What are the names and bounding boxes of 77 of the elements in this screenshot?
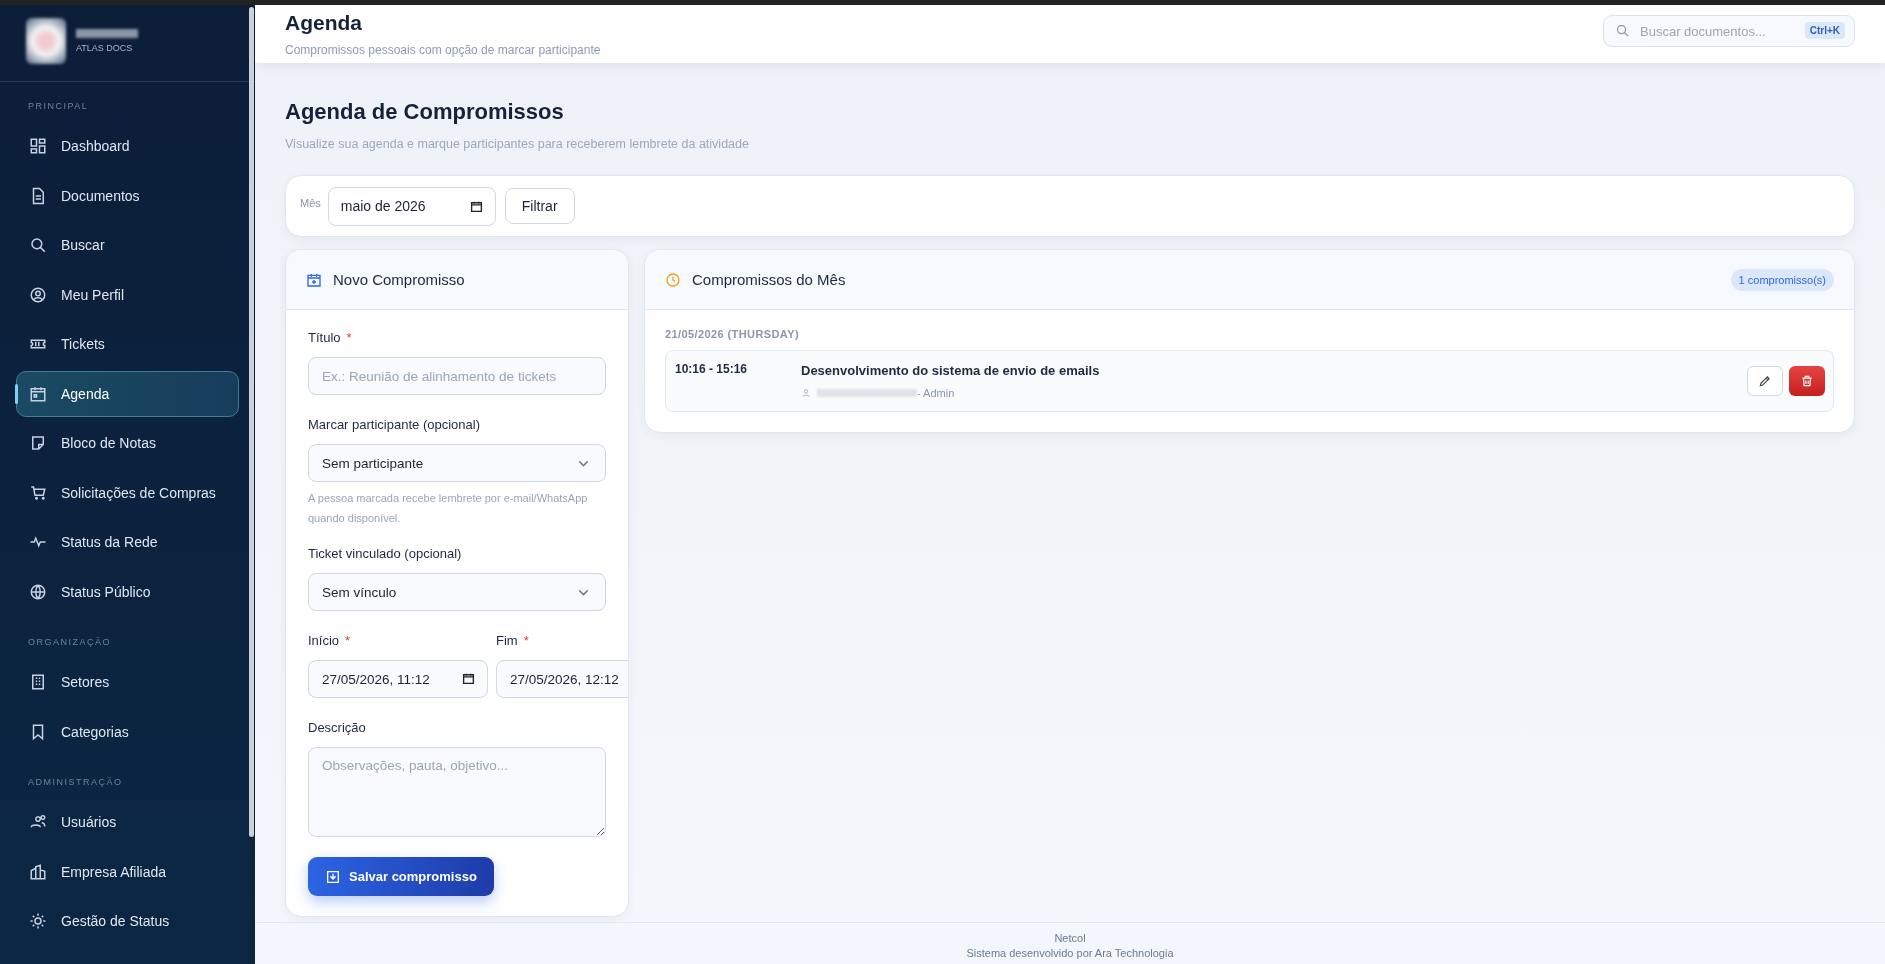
nav-item[interactable]: Tickets: [16, 321, 239, 367]
count-badge: 1 compromisso(s): [1730, 268, 1834, 291]
delete-button[interactable]: [1789, 366, 1825, 396]
footer-text: Sistema desenvolvido por Ara Technologia: [965, 946, 1175, 961]
nav-icon: [29, 285, 47, 304]
section-title: ADMINISTRAÇÃO: [27, 776, 124, 789]
nav-icon: [29, 137, 47, 155]
field-hint: A pessoa marcada recebe lembrete por e-mail/WhatsApp quando disponível.: [308, 491, 589, 526]
start-datetime-field[interactable]: 27/05/2026, 11:12: [308, 660, 488, 698]
nav-item[interactable]: Usuários: [16, 799, 239, 845]
end-datetime-field[interactable]: 27/05/2026, 12:12: [496, 660, 628, 698]
card-title: Novo Compromisso: [333, 271, 465, 288]
header-title: Agenda: [285, 11, 363, 35]
nav-icon: [29, 236, 47, 254]
nav-icon: [29, 384, 47, 403]
nav-item[interactable]: Buscar: [16, 222, 239, 268]
title-field[interactable]: Ex.: Reunião de alinhamento de tickets: [308, 357, 606, 395]
scrollbar[interactable]: [249, 7, 254, 837]
nav-item[interactable]: Status da Rede: [16, 519, 239, 565]
footer-text: Netcol: [1053, 931, 1087, 946]
brand-subtitle: ATLAS DOCS: [76, 43, 134, 53]
download-icon: [325, 868, 341, 885]
month-field[interactable]: maio de 2026: [327, 186, 496, 226]
required-mark: *: [345, 633, 351, 648]
calendar-icon: [462, 672, 475, 685]
blurred-name: [76, 29, 138, 38]
nav-icon: [29, 582, 47, 601]
nav-item[interactable]: Status Público: [16, 568, 239, 615]
logo-placeholder: [26, 18, 66, 64]
nav-icon: [29, 912, 47, 930]
nav-item[interactable]: Solicitações de Compras: [16, 469, 239, 516]
appointment-time: 10:16 - 15:16: [675, 361, 749, 376]
required-mark: *: [523, 633, 529, 648]
required-mark: *: [346, 330, 352, 345]
participant-role: - Admin: [917, 387, 955, 399]
page-subtitle: Visualize sua agenda e marque participantes para receberem lembrete da atividade: [285, 137, 750, 151]
field-label: Título: [308, 330, 341, 345]
nav-item[interactable]: Bloco de Notas: [16, 420, 239, 466]
search-icon: [1615, 23, 1630, 38]
edit-button[interactable]: [1747, 366, 1783, 396]
nav-icon: [29, 673, 47, 691]
day-heading: 21/05/2026 (THURSDAY): [665, 328, 800, 340]
field-label: Início: [308, 633, 340, 648]
save-button[interactable]: Salvar compromisso: [308, 857, 494, 896]
field-label: Descrição: [308, 720, 366, 735]
ticket-select[interactable]: Sem vínculo: [308, 573, 606, 611]
month-label: Mês: [300, 197, 321, 209]
calendar-plus-icon: [306, 271, 322, 288]
shortcut-badge: Ctrl+K: [1804, 22, 1845, 39]
section-title: PRINCIPAL: [27, 100, 90, 113]
nav-icon: [29, 434, 47, 452]
appointment-title: Desenvolvimento do sistema de envio de emails: [801, 363, 1101, 378]
nav-icon: [29, 862, 47, 881]
participant-select[interactable]: Sem participante: [308, 444, 606, 482]
nav-item[interactable]: Dashboard: [16, 123, 239, 169]
description-field[interactable]: Observações, pauta, objetivo...: [308, 747, 606, 837]
nav-item[interactable]: Categorias: [16, 708, 239, 755]
field-label: Ticket vinculado (opcional): [308, 546, 462, 561]
page-title: Agenda de Compromissos: [285, 99, 565, 125]
filter-button[interactable]: Filtrar: [504, 188, 575, 224]
calendar-icon: [469, 199, 483, 213]
clock-icon: [665, 271, 681, 288]
section-title: ORGANIZAÇÃO: [27, 636, 112, 649]
card-title: Compromissos do Mês: [692, 271, 846, 288]
nav-item[interactable]: Empresa Afiliada: [16, 848, 239, 895]
nav-item[interactable]: Documentos: [16, 172, 239, 219]
nav-item[interactable]: Gestão de Status: [16, 898, 239, 944]
field-label: Marcar participante (opcional): [308, 417, 480, 432]
nav-item[interactable]: Setores: [16, 659, 239, 705]
field-label: Fim: [496, 633, 518, 648]
user-icon: [801, 388, 811, 398]
trash-icon: [1800, 374, 1814, 388]
nav-item[interactable]: Meu Perfil: [16, 271, 239, 318]
nav-item[interactable]: Agenda: [16, 370, 239, 417]
header-subtitle: Compromissos pessoais com opção de marcar participante: [285, 43, 601, 57]
pencil-icon: [1758, 374, 1772, 388]
nav-icon: [29, 483, 47, 502]
